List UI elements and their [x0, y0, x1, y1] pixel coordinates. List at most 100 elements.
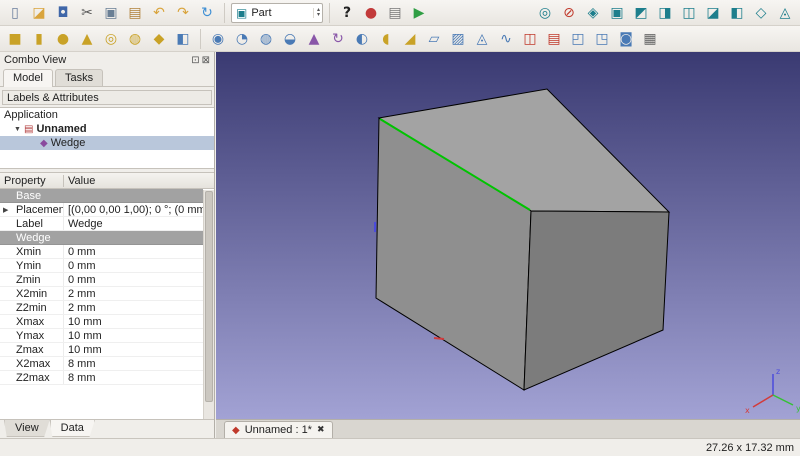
open-document-icon[interactable]: ◪ [28, 2, 50, 24]
part-torus-icon[interactable]: ◎ [100, 28, 122, 50]
property-name: Ymax [16, 330, 44, 342]
property-row-ymin[interactable]: Ymin 0 mm [0, 259, 203, 273]
property-row-ymax[interactable]: Ymax 10 mm [0, 329, 203, 343]
part-cone-icon[interactable]: ▲ [76, 28, 98, 50]
property-row-z2min[interactable]: Z2min 2 mm [0, 301, 203, 315]
property-group-base[interactable]: Base [0, 189, 203, 203]
spin-down-icon[interactable]: ▾ [317, 13, 320, 18]
boolean-cut-icon[interactable]: ◔ [231, 28, 253, 50]
view-fit-all-icon[interactable]: ◎ [534, 2, 556, 24]
section-icon[interactable]: ◫ [519, 28, 541, 50]
view-front-icon[interactable]: ▣ [606, 2, 628, 24]
view-perspective-icon[interactable]: ◬ [774, 2, 796, 24]
execute-macro-icon[interactable]: ▶ [408, 2, 430, 24]
property-value[interactable]: 2 mm [64, 302, 203, 314]
chamfer-icon[interactable]: ◢ [399, 28, 421, 50]
redo-icon[interactable]: ↷ [172, 2, 194, 24]
extrude-icon[interactable]: ▲ [303, 28, 325, 50]
scrollbar-thumb[interactable] [205, 191, 213, 402]
paste-icon[interactable]: ▤ [124, 2, 146, 24]
property-value[interactable]: [(0,00 0,00 1,00); 0 °; (0 mm 0 m... [64, 204, 203, 216]
view-left-icon[interactable]: ◧ [726, 2, 748, 24]
view-isometric-icon[interactable]: ◈ [582, 2, 604, 24]
view-axonometric-icon[interactable]: ◇ [750, 2, 772, 24]
tab-view[interactable]: View [4, 420, 50, 437]
create-primitives-icon[interactable]: ◆ [148, 28, 170, 50]
view-top-icon[interactable]: ◩ [630, 2, 652, 24]
tree-item-unnamed[interactable]: ▼ ▤ Unnamed [0, 122, 214, 136]
union-icon[interactable]: ◍ [255, 28, 277, 50]
sweep-icon[interactable]: ∿ [495, 28, 517, 50]
tree-expander-icon[interactable]: ▼ [14, 126, 24, 133]
draw-style-icon[interactable]: ⊘ [558, 2, 580, 24]
macro-record-icon[interactable]: ● [360, 2, 382, 24]
property-row-x2min[interactable]: X2min 2 mm [0, 287, 203, 301]
view-right-icon[interactable]: ◨ [654, 2, 676, 24]
cross-sections-icon[interactable]: ▤ [543, 28, 565, 50]
3d-viewport[interactable]: z x y [216, 52, 800, 419]
property-value[interactable]: 8 mm [64, 358, 203, 370]
workbench-selector[interactable]: ▣ Part ▴ ▾ [231, 3, 323, 23]
property-group-wedge[interactable]: Wedge [0, 231, 203, 245]
copy-icon[interactable]: ▣ [100, 2, 122, 24]
tab-model[interactable]: Model [3, 69, 53, 87]
property-value[interactable]: 0 mm [64, 246, 203, 258]
labels-attributes-header[interactable]: Labels & Attributes [2, 90, 212, 105]
combo-view-titlebar[interactable]: Combo View ⊡ ⊠ [0, 52, 214, 68]
compound-icon[interactable]: ▦ [639, 28, 661, 50]
loft-icon[interactable]: ◬ [471, 28, 493, 50]
part-tube-icon[interactable]: ◍ [124, 28, 146, 50]
boolean-icon[interactable]: ◉ [207, 28, 229, 50]
document-tab-unnamed[interactable]: ◆ Unnamed : 1* ✖ [224, 421, 333, 438]
shape-builder-icon[interactable]: ◧ [172, 28, 194, 50]
property-row-x2max[interactable]: X2max 8 mm [0, 357, 203, 371]
property-row-placement[interactable]: ▶Placement [(0,00 0,00 1,00); 0 °; (0 mm… [0, 203, 203, 217]
tree-item-wedge[interactable]: ◆ Wedge [0, 136, 214, 150]
expand-icon[interactable]: ▶ [3, 206, 8, 214]
whats-this-icon[interactable]: ? [336, 2, 358, 24]
property-row-xmax[interactable]: Xmax 10 mm [0, 315, 203, 329]
property-value[interactable]: Wedge [64, 218, 203, 230]
view-rear-icon[interactable]: ◫ [678, 2, 700, 24]
part-cylinder-icon[interactable]: ▮ [28, 28, 50, 50]
property-value[interactable]: 0 mm [64, 274, 203, 286]
property-row-zmax[interactable]: Zmax 10 mm [0, 343, 203, 357]
undo-icon[interactable]: ↶ [148, 2, 170, 24]
offset-2d-icon[interactable]: ◳ [591, 28, 613, 50]
property-value[interactable]: 10 mm [64, 316, 203, 328]
intersection-icon[interactable]: ◒ [279, 28, 301, 50]
part-sphere-icon[interactable]: ● [52, 28, 74, 50]
property-name: Zmin [16, 274, 40, 286]
property-value[interactable]: 10 mm [64, 344, 203, 356]
property-row-label[interactable]: Label Wedge [0, 217, 203, 231]
tab-data[interactable]: Data [50, 420, 95, 437]
make-face-icon[interactable]: ▱ [423, 28, 445, 50]
offset-3d-icon[interactable]: ◰ [567, 28, 589, 50]
property-value[interactable]: 8 mm [64, 372, 203, 384]
property-value[interactable]: 2 mm [64, 288, 203, 300]
fillet-icon[interactable]: ◖ [375, 28, 397, 50]
property-row-zmin[interactable]: Zmin 0 mm [0, 273, 203, 287]
revolve-icon[interactable]: ↻ [327, 28, 349, 50]
refresh-icon[interactable]: ↻ [196, 2, 218, 24]
property-value[interactable]: 10 mm [64, 330, 203, 342]
save-document-icon[interactable]: ◘ [52, 2, 74, 24]
ruled-surface-icon[interactable]: ▨ [447, 28, 469, 50]
thickness-icon[interactable]: ◙ [615, 28, 637, 50]
cut-icon[interactable]: ✂ [76, 2, 98, 24]
part-box-icon[interactable]: ■ [4, 28, 26, 50]
workbench-spinner[interactable]: ▴ ▾ [313, 8, 320, 18]
dock-close-button[interactable]: ⊠ [202, 55, 210, 66]
close-tab-icon[interactable]: ✖ [317, 425, 325, 435]
dock-float-button[interactable]: ⊡ [191, 55, 199, 66]
property-scrollbar[interactable] [203, 190, 214, 419]
tab-tasks[interactable]: Tasks [55, 69, 103, 86]
property-row-z2max[interactable]: Z2max 8 mm [0, 371, 203, 385]
view-bottom-icon[interactable]: ◪ [702, 2, 724, 24]
mirror-icon[interactable]: ◐ [351, 28, 373, 50]
property-row-xmin[interactable]: Xmin 0 mm [0, 245, 203, 259]
tree-root-application[interactable]: Application [0, 108, 214, 122]
new-document-icon[interactable]: ▯ [4, 2, 26, 24]
property-value[interactable]: 0 mm [64, 260, 203, 272]
macros-dialog-icon[interactable]: ▤ [384, 2, 406, 24]
